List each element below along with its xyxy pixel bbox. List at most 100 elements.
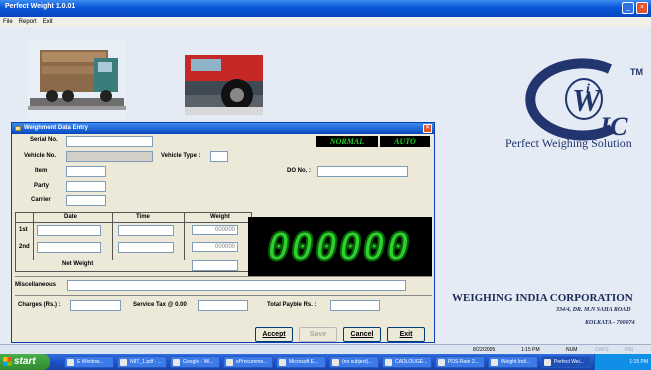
start-label: start xyxy=(14,356,36,367)
menu-file[interactable]: File xyxy=(3,17,13,27)
minimize-icon[interactable]: _ xyxy=(622,2,634,14)
dialog-app-icon xyxy=(15,126,21,131)
grid-col-line xyxy=(184,212,185,260)
grid-col-line xyxy=(112,212,113,260)
net-weight-label: Net Weight xyxy=(62,261,94,267)
weighment-dialog: Weighment Data Entry × Serial No. NORMAL… xyxy=(11,122,435,343)
taskbar-item-label: NIIT_1.pdf - ... xyxy=(130,359,162,365)
party-field[interactable] xyxy=(66,181,106,192)
company-address-line2: KOLKATA - 700074 xyxy=(585,320,635,326)
net-weight-field[interactable] xyxy=(192,260,238,271)
dialog-body: Serial No. NORMAL AUTO Vehicle No. Vehic… xyxy=(12,134,434,343)
vehicle-type-label: Vehicle Type : xyxy=(161,153,201,159)
folder-icon xyxy=(67,359,74,366)
total-payable-field[interactable] xyxy=(330,300,380,311)
taskbar-item[interactable]: CADLOUGE... xyxy=(382,356,432,368)
item-field[interactable] xyxy=(66,166,106,177)
second-time-field[interactable] xyxy=(118,242,174,253)
status-auto: AUTO xyxy=(380,136,430,147)
taskbar-item-label: Microsoft E... xyxy=(289,359,319,365)
vehicle-no-field[interactable] xyxy=(66,151,153,162)
svg-text:i: i xyxy=(586,82,590,97)
status-bar: 8/22/2005 1:15 PM NUM CAPS INS xyxy=(0,344,651,354)
taskbar-item-label: Google - Wi... xyxy=(183,359,214,365)
do-no-field[interactable] xyxy=(317,166,408,177)
cancel-button[interactable]: Cancel xyxy=(343,327,381,342)
exit-button[interactable]: Exit xyxy=(387,327,425,342)
vehicle-no-label: Vehicle No. xyxy=(24,153,57,159)
dialog-title-bar: Weighment Data Entry × xyxy=(12,123,434,134)
second-date-field[interactable] xyxy=(37,242,101,253)
status-caps: CAPS xyxy=(595,347,609,353)
document-icon xyxy=(438,359,445,366)
row-2nd-label: 2nd xyxy=(19,244,30,250)
excel-icon xyxy=(279,359,286,366)
first-time-field[interactable] xyxy=(118,225,174,236)
status-num: NUM xyxy=(566,347,578,353)
taskbar-item-active[interactable]: Perfect Wei... xyxy=(541,356,591,368)
taskbar-item-label: E Window... xyxy=(77,359,104,365)
system-tray: 1:15 PM xyxy=(594,354,651,370)
start-button[interactable]: start xyxy=(0,354,50,370)
grid-header-date: Date xyxy=(64,214,78,220)
dialog-close-icon[interactable]: × xyxy=(423,124,432,133)
main-window: Perfect Weight 1.0.01 _ × File Report Ex… xyxy=(0,0,651,344)
browser-icon xyxy=(173,359,180,366)
truck-weighbridge-image xyxy=(28,40,126,120)
tray-clock: 1:15 PM xyxy=(629,359,648,365)
weight-display: 000000 xyxy=(248,217,432,277)
taskbar-item[interactable]: Google - Wi... xyxy=(170,356,220,368)
miscellaneous-label: Miscellaneous xyxy=(15,282,57,288)
service-tax-field[interactable] xyxy=(198,300,248,311)
menu-exit[interactable]: Exit xyxy=(43,17,53,27)
do-no-label: DO No. : xyxy=(287,168,311,174)
company-name: WEIGHING INDIA CORPORATION xyxy=(452,292,633,304)
taskbar-item[interactable]: eProcureme... xyxy=(223,356,273,368)
app-icon xyxy=(544,359,551,366)
row-1st-label: 1st xyxy=(19,227,28,233)
status-time: 1:15 PM xyxy=(521,347,540,353)
grid-header-time: Time xyxy=(136,214,150,220)
second-weight-field[interactable]: 000000 xyxy=(192,242,238,252)
truck-closeup-image xyxy=(185,55,263,115)
taskbar-item[interactable]: Weight Indi... xyxy=(488,356,538,368)
status-date: 8/22/2005 xyxy=(473,347,496,353)
vehicle-type-field[interactable] xyxy=(210,151,228,162)
mail-icon xyxy=(332,359,339,366)
menu-report[interactable]: Report xyxy=(19,17,37,27)
serial-no-field[interactable] xyxy=(66,136,153,147)
charges-field[interactable] xyxy=(70,300,121,311)
accept-button[interactable]: Accept xyxy=(255,327,293,342)
taskbar-item-label: PDS-Rate 2... xyxy=(448,359,479,365)
company-address-line1: 334/4, DR. M.N SAHA ROAD xyxy=(556,307,631,313)
separator xyxy=(15,276,432,277)
taskbar-item-label: CADLOUGE... xyxy=(395,359,428,365)
first-weight-field[interactable]: 000000 xyxy=(192,225,238,235)
taskbar-item[interactable]: PDS-Rate 2... xyxy=(435,356,485,368)
first-date-field[interactable] xyxy=(37,225,101,236)
grid-header-weight: Weight xyxy=(210,214,230,220)
save-button[interactable]: Save xyxy=(299,327,337,342)
taskbar-item-label: Perfect Wei... xyxy=(554,359,584,365)
taskbar-item[interactable]: NIIT_1.pdf - ... xyxy=(117,356,167,368)
taskbar: start E Window... NIIT_1.pdf - ... Googl… xyxy=(0,354,651,370)
dialog-title: Weighment Data Entry xyxy=(24,125,88,131)
taskbar-item[interactable]: E Window... xyxy=(64,356,114,368)
taskbar-item-label: (no subject)... xyxy=(342,359,373,365)
taskbar-item[interactable]: (no subject)... xyxy=(329,356,379,368)
taskbar-item-label: eProcureme... xyxy=(236,359,268,365)
document-icon xyxy=(385,359,392,366)
party-label: Party xyxy=(34,183,50,189)
carrier-field[interactable] xyxy=(66,195,106,206)
taskbar-item[interactable]: Microsoft E... xyxy=(276,356,326,368)
weight-display-digits: 000000 xyxy=(266,224,411,270)
status-ins: INS xyxy=(625,347,634,353)
close-icon[interactable]: × xyxy=(636,2,648,14)
document-icon xyxy=(491,359,498,366)
charges-label: Charges (Rs.) : xyxy=(18,302,61,308)
miscellaneous-field[interactable] xyxy=(67,280,406,291)
windows-logo-icon xyxy=(3,357,12,366)
pdf-icon xyxy=(120,359,127,366)
carrier-label: Carrier xyxy=(31,197,51,203)
window-controls: _ × xyxy=(622,2,648,14)
